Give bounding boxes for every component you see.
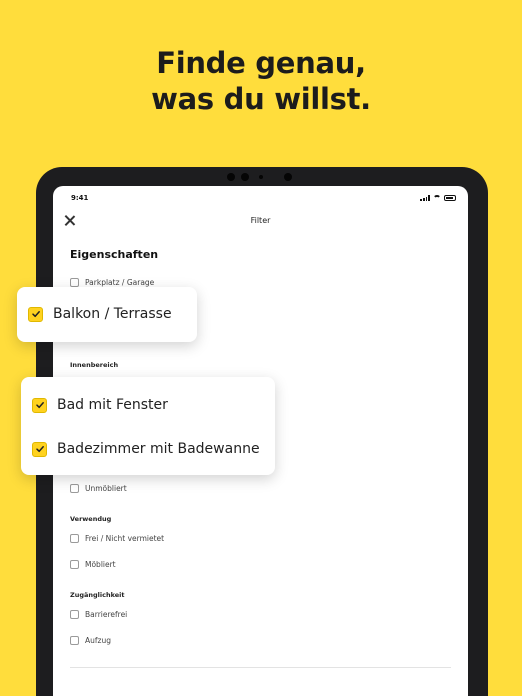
group-title-usage: Verwendug: [70, 515, 112, 523]
group-title-access: Zugänglichkeit: [70, 591, 125, 599]
checkbox-row-bath-window[interactable]: Bad mit Fenster: [32, 397, 168, 413]
option-furnished[interactable]: Möbliert: [70, 560, 116, 569]
option-label: Barrierefrei: [85, 610, 128, 619]
filter-title: Filter: [250, 216, 271, 225]
headline-line-2: was du willst.: [151, 82, 371, 116]
option-label: Unmöbliert: [85, 484, 127, 493]
battery-icon: [444, 195, 456, 201]
checkbox-row-balcony[interactable]: Balkon / Terrasse: [28, 306, 172, 322]
highlight-card-balcony: Balkon / Terrasse: [17, 287, 197, 342]
checkbox-label: Badezimmer mit Badewanne: [57, 441, 260, 457]
checkbox-label: Balkon / Terrasse: [53, 306, 172, 322]
check-icon: [31, 311, 40, 318]
option-label: Möbliert: [85, 560, 116, 569]
check-icon: [35, 402, 44, 409]
option-label: Frei / Nicht vermietet: [85, 534, 165, 543]
section-title: Eigenschaften: [70, 248, 159, 261]
camera-dot: [227, 173, 235, 181]
filter-header: Filter: [53, 212, 468, 232]
checkbox-row-bathtub[interactable]: Badezimmer mit Badewanne: [32, 441, 260, 457]
camera-dot: [241, 173, 249, 181]
option-elevator[interactable]: Aufzug: [70, 636, 111, 645]
checkbox[interactable]: [70, 278, 79, 287]
option-free[interactable]: Frei / Nicht vermietet: [70, 534, 164, 543]
signal-icon: [420, 195, 430, 201]
checked-checkbox[interactable]: [28, 306, 43, 322]
option-parking[interactable]: Parkplatz / Garage: [70, 278, 154, 287]
checkbox[interactable]: [70, 560, 79, 569]
wifi-icon: [433, 195, 441, 201]
checkbox[interactable]: [70, 636, 79, 645]
checkbox[interactable]: [70, 484, 79, 493]
status-time: 9:41: [71, 194, 89, 202]
highlight-card-bath: Bad mit Fenster Badezimmer mit Badewanne: [21, 377, 275, 475]
status-icons: [420, 195, 456, 201]
checked-checkbox[interactable]: [32, 397, 47, 413]
group-title-interior: Innenbereich: [70, 361, 119, 369]
camera-dot: [284, 173, 292, 181]
checked-checkbox[interactable]: [32, 441, 47, 457]
option-unfurnished[interactable]: Unmöbliert: [70, 484, 127, 493]
checkbox[interactable]: [70, 534, 79, 543]
headline: Finde genau, was du willst.: [0, 45, 522, 117]
option-label: Parkplatz / Garage: [85, 278, 155, 287]
check-icon: [35, 446, 44, 453]
checkbox-label: Bad mit Fenster: [57, 397, 168, 413]
option-barrierfree[interactable]: Barrierefrei: [70, 610, 127, 619]
headline-line-1: Finde genau,: [156, 46, 366, 80]
sensor-dot: [259, 175, 263, 179]
status-bar: 9:41: [53, 194, 468, 206]
checkbox[interactable]: [70, 610, 79, 619]
divider: [70, 667, 451, 668]
option-label: Aufzug: [85, 636, 111, 645]
